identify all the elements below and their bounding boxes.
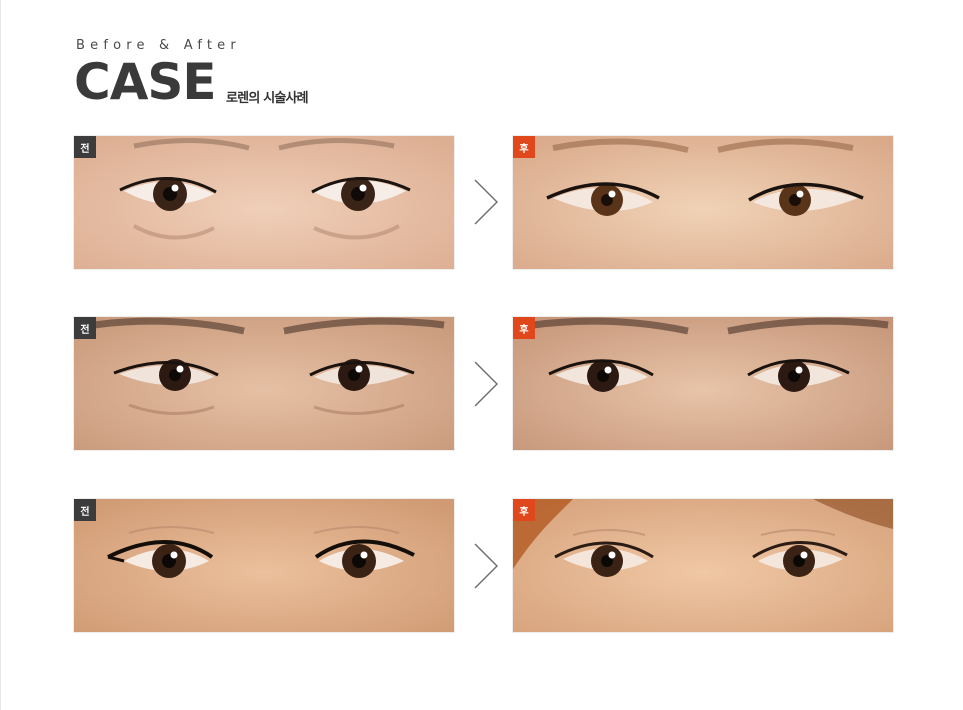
before-badge: 전 <box>74 136 96 158</box>
before-badge: 전 <box>74 499 96 521</box>
case-3-after-photo: 후 <box>513 499 893 632</box>
after-badge: 후 <box>513 136 535 158</box>
case-3-before-photo: 전 <box>74 499 454 632</box>
before-badge: 전 <box>74 317 96 339</box>
case-1-after-photo: 후 <box>513 136 893 269</box>
chevron-right-icon <box>474 361 498 407</box>
chevron-right-icon <box>474 179 498 225</box>
page-subtitle: 로렌의 시술사례 <box>226 91 309 106</box>
chevron-right-icon <box>474 543 498 589</box>
case-2-before-photo: 전 <box>74 317 454 450</box>
after-badge: 후 <box>513 317 535 339</box>
case-2-after-photo: 후 <box>513 317 893 450</box>
section-kicker: Before & After <box>76 38 241 53</box>
page-title: CASE <box>74 53 217 111</box>
page-left-border <box>0 0 1 710</box>
after-badge: 후 <box>513 499 535 521</box>
case-1-before-photo: 전 <box>74 136 454 269</box>
